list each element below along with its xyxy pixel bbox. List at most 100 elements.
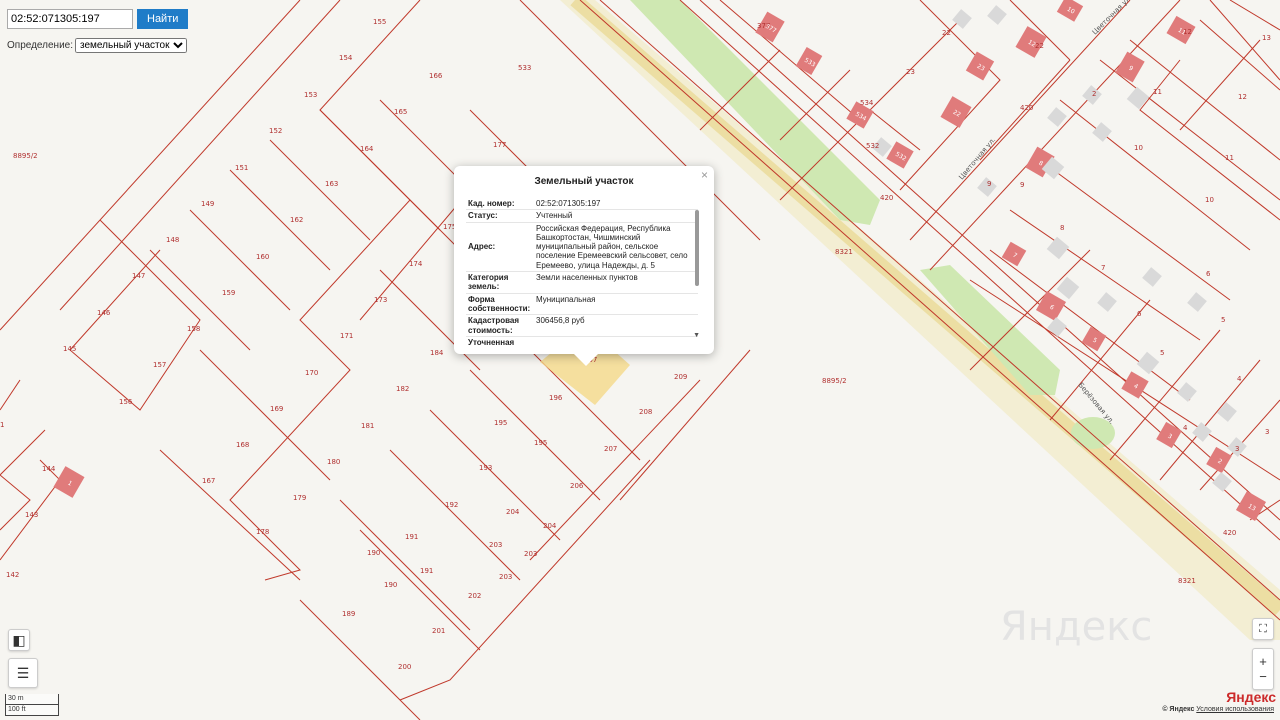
parcel-label: 4 (1237, 375, 1242, 383)
parcel-label: 2 (1092, 90, 1096, 98)
parcel-label: 1 (0, 421, 4, 429)
parcel-label: 156 (119, 398, 133, 406)
row-key: Кад. номер: (466, 198, 534, 211)
scale-meters: 30 m (5, 694, 59, 705)
parcel-label: 195 (494, 419, 507, 427)
parcel-label: 203 (499, 573, 512, 581)
row-value: Муниципальная (534, 293, 698, 316)
parcel-label: 8895/2 (13, 152, 38, 160)
parcel-label: 8321 (835, 248, 853, 256)
row-key: Кадастровая стоимость: (466, 314, 534, 337)
parcel-label: 9 (987, 180, 991, 188)
popup-table: Кад. номер: 02:52:071305:197 Статус: Учтен… (466, 198, 698, 348)
layers-icon[interactable]: ☰ (8, 658, 38, 688)
parcel-label: 12 (1238, 93, 1247, 101)
parcel-label: 208 (639, 408, 652, 416)
parcel-label: 163 (325, 180, 338, 188)
search-input[interactable] (7, 9, 133, 29)
row-key: Форма собственности: (466, 293, 534, 316)
parcel-label: 169 (270, 405, 283, 413)
row-key: Статус: (466, 209, 534, 223)
parcel-label: 165 (394, 108, 407, 116)
row-value: Российская Федерация, Республика Башкорт… (534, 222, 698, 273)
parcel-label: 167 (202, 477, 215, 485)
parcel-label: 8 (1060, 224, 1064, 232)
parcel-label: 178 (256, 528, 269, 536)
parcel-label: 159 (222, 289, 235, 297)
parcel-label: 11 (1225, 154, 1234, 162)
parcel-label: 158 (187, 325, 200, 333)
popup-title: Земельный участок (534, 176, 634, 187)
parcel-label: 10 (1205, 196, 1214, 204)
parcel-label: 149 (201, 200, 214, 208)
parcel-label: 420 (1223, 529, 1236, 537)
table-row: Статус: Учтенный (466, 209, 698, 223)
scroll-down-icon[interactable]: ▼ (693, 332, 700, 339)
close-icon[interactable]: × (701, 168, 708, 182)
parcel-label: 534 (860, 99, 874, 107)
parcel-popup: × Земельный участок Кад. номер: 02:52:071… (454, 166, 714, 366)
map-watermark: Яндекс (1000, 604, 1152, 650)
parcel-label: 209 (674, 373, 687, 381)
parcel-label: 190 (367, 549, 380, 557)
parcel-label: 148 (166, 236, 179, 244)
parcel-label: 170 (305, 369, 318, 377)
popup-body: Кад. номер: 02:52:071305:197 Статус: Учтен… (466, 198, 698, 348)
parcel-label: 189 (342, 610, 355, 618)
zoom-in-button[interactable]: + (1259, 654, 1267, 669)
definition-label: Определение: (7, 40, 74, 51)
parcel-label: 166 (429, 72, 443, 80)
terms-link[interactable]: Условия использования (1196, 706, 1274, 713)
parcel-label: 146 (97, 309, 111, 317)
fullscreen-icon[interactable]: ⛶ (1252, 618, 1274, 640)
parcel-label: 162 (290, 216, 303, 224)
row-key: Уточненная (466, 336, 534, 348)
parcel-label: 196 (549, 394, 563, 402)
parcel-label: 204 (543, 522, 557, 530)
parcel-label: 153 (304, 91, 317, 99)
parcel-label: 5 (1160, 349, 1164, 357)
popup-scrollbar[interactable] (695, 210, 699, 286)
parcel-label: 168 (236, 441, 249, 449)
parcel-label: 155 (373, 18, 386, 26)
parcel-label: 157 (153, 361, 166, 369)
parcel-label: 191 (405, 533, 418, 541)
parcel-label: 204 (506, 508, 520, 516)
scale-feet: 100 ft (5, 705, 59, 716)
parcel-label: 177 (493, 141, 506, 149)
parcel-label: 202 (468, 592, 481, 600)
row-value: 02:52:071305:197 (534, 198, 698, 211)
row-value (534, 336, 698, 348)
parcel-label: 164 (360, 145, 374, 153)
definition-row: Определение: земельный участок (7, 38, 188, 53)
parcel-label: 160 (256, 253, 269, 261)
row-key: Категория земель: (466, 271, 534, 294)
parcel-label: 152 (269, 127, 282, 135)
parcel-label: 420 (1020, 104, 1033, 112)
zoom-out-button[interactable]: − (1259, 669, 1267, 684)
parcel-label: 145 (63, 345, 76, 353)
row-value: Учтенный (534, 209, 698, 223)
ruler-icon[interactable]: ◧ (8, 629, 30, 651)
cadastral-map[interactable]: Яндекс 155154166153165152164151163149162… (0, 0, 1280, 720)
parcel-label: 203 (489, 541, 502, 549)
parcel-label: 10 (1134, 144, 1143, 152)
parcel-label: 195 (534, 439, 547, 447)
parcel-label: 13 (1262, 34, 1271, 42)
parcel-label: 23 (906, 68, 915, 76)
parcel-label: 147 (132, 272, 145, 280)
parcel-label: 6 (1137, 310, 1142, 318)
parcel-label: 9 (1020, 181, 1024, 189)
parcel-label: 144 (42, 465, 56, 473)
definition-select[interactable]: земельный участок (75, 38, 188, 53)
parcel-label: 173 (374, 296, 387, 304)
parcel-label: 154 (339, 54, 353, 62)
parcel-label: 200 (398, 663, 411, 671)
search-button[interactable]: Найти (137, 9, 189, 29)
parcel-label: 5 (1221, 316, 1225, 324)
parcel-label: 181 (361, 422, 374, 430)
parcel-label: 184 (430, 349, 444, 357)
yandex-logo: Яндекс (1226, 689, 1276, 705)
table-row: Категория земель: Земли населенных пункто… (466, 271, 698, 294)
parcel-label: 151 (235, 164, 248, 172)
